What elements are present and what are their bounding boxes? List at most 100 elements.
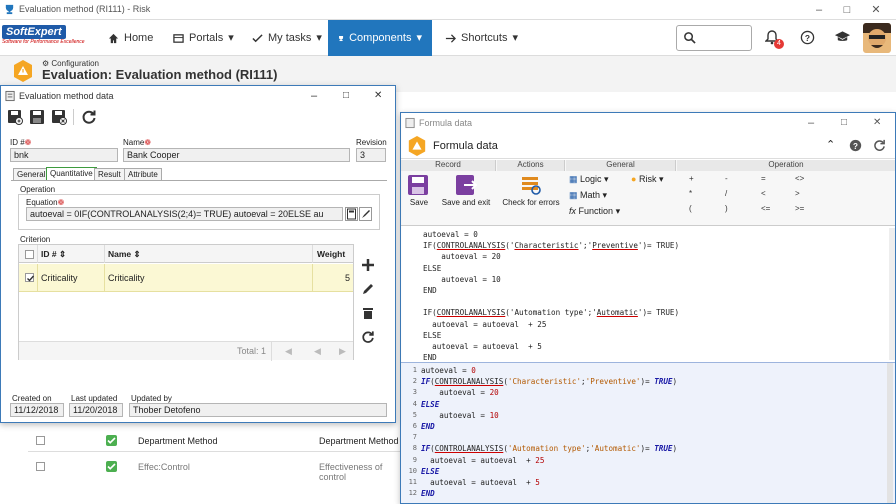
eval-close-button[interactable]: ✕	[374, 86, 382, 106]
save-exit-icon	[456, 175, 477, 195]
pencil-icon	[363, 284, 373, 294]
notification-badge: 4	[774, 39, 784, 49]
softexpert-logo[interactable]: SoftExpert Software for Performance Exce…	[2, 25, 92, 51]
page-header: ⚙ Configuration Evaluation: Evaluation m…	[0, 56, 896, 86]
equation-label: Equation❁	[26, 198, 65, 207]
portals-icon	[173, 33, 184, 43]
save-toolbar-button[interactable]	[29, 109, 45, 125]
grid-header: ID # ⇕ Name ⇕ Weight	[19, 245, 353, 263]
prev-page-button[interactable]: ◀	[314, 346, 321, 357]
row-checkbox[interactable]	[25, 273, 35, 282]
group-operation-label: Operation	[677, 160, 895, 171]
refresh-criterion-button[interactable]	[361, 330, 375, 344]
column-id[interactable]: ID # ⇕	[41, 249, 66, 260]
operator-button[interactable]: >	[795, 189, 800, 198]
close-button[interactable]: ✕	[869, 3, 883, 17]
evaluation-method-window: Evaluation method data – □ ✕ ID #❁ bnk N…	[0, 85, 396, 423]
minimize-button[interactable]: –	[812, 3, 826, 17]
column-weight[interactable]: Weight	[317, 249, 345, 259]
created-label: Created on	[12, 394, 52, 403]
tab-general[interactable]: General	[13, 168, 50, 180]
operator-button[interactable]: )	[725, 204, 728, 213]
save-icon	[408, 175, 428, 195]
check-errors-icon	[522, 177, 541, 195]
formula-maximize-button[interactable]: □	[841, 113, 847, 133]
nav-my-tasks[interactable]: My tasks ▾	[252, 20, 322, 56]
maximize-button[interactable]: □	[840, 3, 854, 17]
highlighted-scrollbar[interactable]	[887, 363, 893, 503]
tab-attribute[interactable]: Attribute	[124, 168, 162, 180]
tab-quantitative[interactable]: Quantitative	[46, 167, 97, 180]
operation-label: Operation	[20, 185, 56, 194]
logic-dropdown[interactable]: ▦ Logic ▾	[569, 174, 609, 185]
id-field[interactable]: bnk	[10, 148, 118, 162]
collapse-icon[interactable]: ⌃	[826, 138, 835, 151]
column-name[interactable]: Name ⇕	[108, 249, 141, 260]
warning-hexagon-icon	[408, 136, 426, 156]
operator-button[interactable]: *	[689, 189, 692, 198]
refresh-button[interactable]	[81, 109, 97, 125]
formula-minimize-button[interactable]: –	[808, 113, 814, 133]
formula-editor-plain[interactable]: autoeval = 0 IF(CONTROLANALYSIS('Characte…	[403, 228, 887, 362]
window-title: Evaluation method (RI111) - Risk	[19, 4, 151, 14]
calculator-button[interactable]	[345, 207, 358, 221]
nav-home[interactable]: Home	[108, 20, 153, 56]
refresh-icon	[82, 110, 96, 124]
edit-criterion-button[interactable]	[361, 282, 375, 296]
first-page-button[interactable]: ◀	[285, 346, 292, 357]
search-input[interactable]	[676, 25, 752, 51]
operator-button[interactable]: <	[761, 189, 766, 198]
select-all-checkbox[interactable]	[25, 250, 34, 259]
edit-formula-button[interactable]	[359, 207, 372, 221]
line-number: 1	[412, 366, 417, 374]
save-and-exit-button[interactable]: Save and exit	[441, 174, 491, 207]
refresh-icon	[362, 331, 374, 343]
line-numbers: 1 2 3 4 5 6 7 8 9 10 11 12	[403, 365, 417, 499]
operator-button[interactable]: <=	[761, 204, 770, 213]
created-field: 11/12/2018	[10, 403, 64, 417]
operator-button[interactable]: >=	[795, 204, 804, 213]
check-for-errors-button[interactable]: Check for errors	[499, 174, 563, 207]
save-close-button[interactable]	[51, 109, 67, 125]
avatar[interactable]	[863, 23, 891, 53]
save-new-button[interactable]	[7, 109, 23, 125]
save-button[interactable]: Save	[407, 174, 431, 207]
equation-field[interactable]: autoeval = 0IF(CONTROLANALYSIS(2;4)= TRU…	[26, 207, 343, 221]
operator-button[interactable]: /	[725, 189, 727, 198]
risk-dropdown[interactable]: ● Risk ▾	[631, 174, 663, 185]
math-dropdown[interactable]: ▦ Math ▾	[569, 190, 607, 201]
line-number: 11	[408, 478, 417, 487]
operator-button[interactable]: +	[689, 174, 694, 183]
revision-field[interactable]: 3	[356, 148, 386, 162]
formula-header-title: Formula data	[433, 140, 498, 152]
table-row[interactable]: Criticality Criticality 5	[19, 264, 353, 292]
eval-minimize-button[interactable]: –	[311, 86, 317, 106]
arrow-icon	[445, 33, 456, 43]
delete-criterion-button[interactable]	[361, 306, 375, 320]
app-title-bar: Evaluation method (RI111) - Risk – □ ✕	[0, 0, 896, 20]
operator-button[interactable]: (	[689, 204, 692, 213]
function-dropdown[interactable]: fx Function ▾	[569, 206, 620, 217]
operator-button[interactable]: <>	[795, 174, 804, 183]
eval-maximize-button[interactable]: □	[343, 86, 349, 106]
editor-scrollbar[interactable]	[889, 228, 895, 360]
cell-name: Criticality	[108, 273, 145, 283]
nav-shortcuts[interactable]: Shortcuts ▾	[445, 20, 518, 56]
graduation-cap-icon[interactable]	[834, 30, 851, 44]
name-field[interactable]: Bank Cooper	[123, 148, 350, 162]
formula-editor-highlighted[interactable]: 1 2 3 4 5 6 7 8 9 10 11 12 autoeval = 0 IF(CONTROLAN…	[401, 362, 895, 503]
next-page-button[interactable]: ▶	[339, 346, 346, 357]
operator-button[interactable]: -	[725, 174, 728, 183]
trash-icon	[363, 308, 373, 319]
function-icon: fx	[569, 206, 577, 216]
highlighted-code: autoeval = 0 IF(CONTROLANALYSIS('Characte…	[421, 366, 678, 499]
nav-components[interactable]: Components ▾	[328, 20, 432, 56]
tab-result[interactable]: Result	[94, 168, 125, 180]
updated-field: 11/20/2018	[69, 403, 123, 417]
nav-portals[interactable]: Portals ▾	[173, 20, 234, 56]
criterion-grid: ID # ⇕ Name ⇕ Weight Criticality Critica…	[18, 244, 354, 361]
add-criterion-button[interactable]	[361, 258, 375, 272]
help-icon[interactable]: ?	[800, 30, 815, 45]
operator-button[interactable]: =	[761, 174, 766, 183]
formula-close-button[interactable]: ✕	[873, 113, 881, 133]
